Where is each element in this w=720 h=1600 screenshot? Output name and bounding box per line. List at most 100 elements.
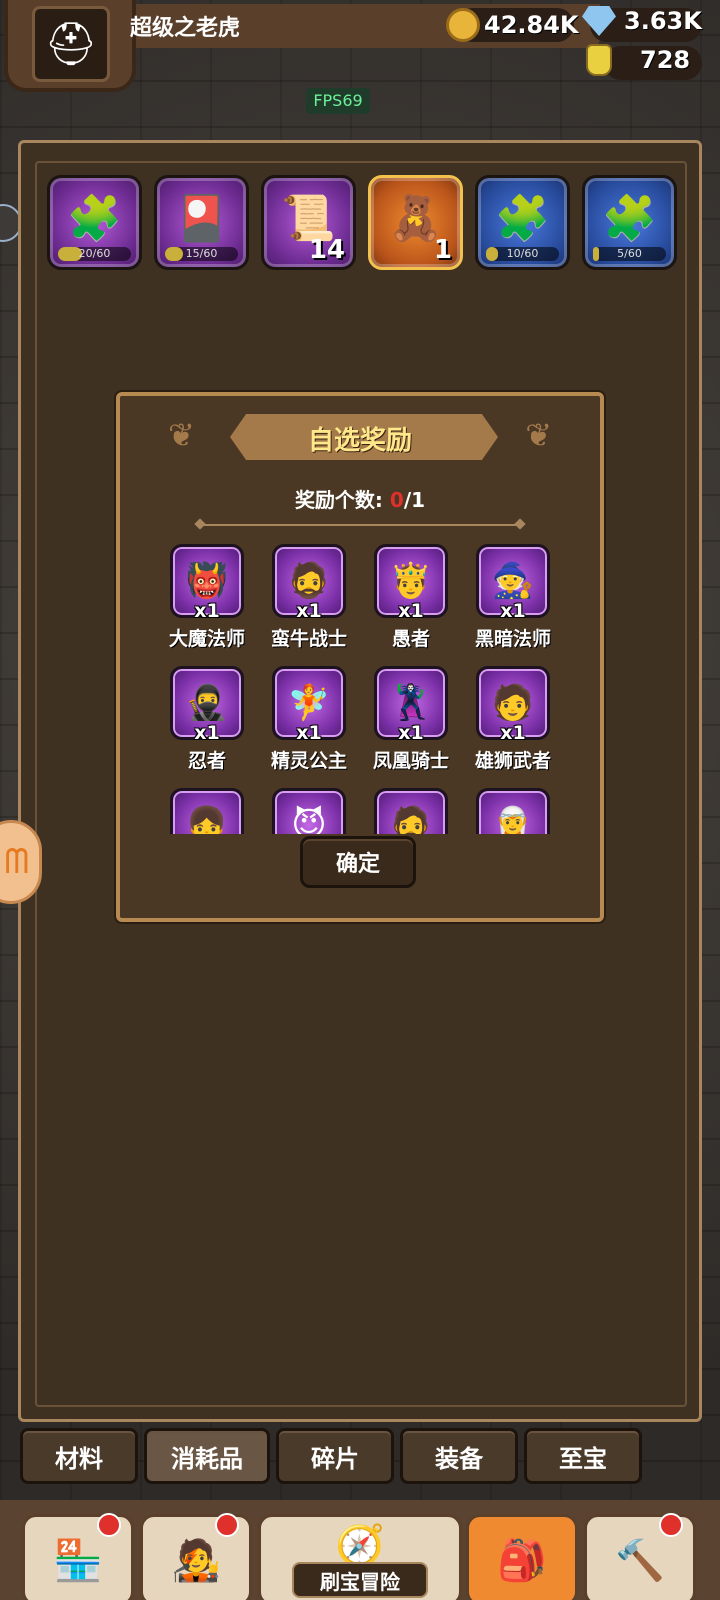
reward-count: 奖励个数: 0/1 [120, 484, 600, 513]
select-reward-dialog: ❦ ❦ 自选奖励 奖励个数: 0/1 👹 x1 大魔法师 🧔 x1 蛮牛战士 🤴 x1 愚者 🧙 x… [116, 392, 604, 922]
nav-forge-button[interactable]: 🔨 [584, 1513, 696, 1600]
item-progress-label: 10/60 [506, 247, 539, 260]
hero-name: 黑暗法师 [474, 628, 551, 650]
reward-count-total: /1 [403, 488, 426, 512]
gold-puzzle-icon: 🧩 [67, 193, 122, 244]
hero-quantity: x1 [398, 722, 424, 744]
item-progress-bar: 10/60 [486, 247, 559, 261]
hero-name: 蛮牛战士 [270, 628, 347, 650]
inventory-item[interactable]: 📜 14 [261, 175, 356, 270]
hero-quantity: x1 [500, 722, 526, 744]
nav-bag-button[interactable]: 🎒 [466, 1514, 578, 1600]
tab-treasures[interactable]: 至宝 [524, 1428, 642, 1484]
knight-helmet-icon: ⛑ [44, 19, 98, 68]
item-progress-fill [593, 247, 600, 261]
hero-quantity: x1 [500, 600, 526, 622]
hero-option[interactable]: 👹 x1 大魔法师 [156, 544, 258, 652]
purple-puzzle-icon: 🧩 [495, 193, 550, 244]
fps-counter: FPS69 [306, 88, 370, 114]
item-progress-bar: 15/60 [165, 247, 238, 261]
item-progress-bar: 5/60 [593, 247, 666, 261]
item-progress-fill [486, 247, 499, 261]
inventory-item[interactable]: 🎴 15/60 [154, 175, 249, 270]
nav-hero-button[interactable]: 🧑‍🎤 [140, 1513, 252, 1600]
hero-option[interactable]: 🧑 x1 雄狮武者 [462, 666, 564, 774]
confirm-button[interactable]: 确定 [300, 836, 416, 888]
hero-option[interactable]: 😈 [258, 788, 360, 834]
hero-option[interactable]: 🧔 x1 蛮牛战士 [258, 544, 360, 652]
hero-option[interactable]: 🧚 x1 精灵公主 [258, 666, 360, 774]
item-progress-label: 15/60 [185, 247, 218, 260]
hammer-icon: 🔨 [615, 1537, 665, 1584]
hero-grid: 👹 x1 大魔法师 🧔 x1 蛮牛战士 🤴 x1 愚者 🧙 x1 黑暗法师 🥷 x1 忍者 🧚 x1 精灵公主 🦹 x… [156, 544, 572, 834]
hero-option[interactable]: 🦹 x1 凤凰骑士 [360, 666, 462, 774]
player-name: 超级之老虎 [130, 16, 241, 41]
hero-quantity: x1 [296, 722, 322, 744]
notification-dot [215, 1513, 239, 1537]
hero-option[interactable]: 👧 [156, 788, 258, 834]
diamond-icon [582, 6, 616, 36]
potion-bottle-icon [586, 44, 612, 76]
hero-name: 愚者 [391, 628, 430, 650]
blue-card-icon: 🎴 [174, 193, 229, 244]
hero-name: 忍者 [187, 750, 226, 772]
notification-dot [97, 1513, 121, 1537]
hero-option[interactable]: 🥷 x1 忍者 [156, 666, 258, 774]
hero-name: 大魔法师 [168, 628, 245, 650]
potion-resource[interactable]: 728 [586, 44, 690, 76]
hero-quantity: x1 [194, 600, 220, 622]
hero-option[interactable]: 🤴 x1 愚者 [360, 544, 462, 652]
player-avatar[interactable]: ⛑ [32, 6, 110, 82]
inventory-item[interactable]: 🧸 1 [368, 175, 463, 270]
gold-amount: 42.84K [484, 11, 579, 39]
teal-puzzle-icon: 🧩 [602, 193, 657, 244]
hero-quantity: x1 [296, 600, 322, 622]
hero-name: 凤凰骑士 [372, 750, 449, 772]
item-progress-label: 20/60 [78, 247, 111, 260]
shop-icon: 🏪 [53, 1537, 103, 1584]
notification-dot [659, 1513, 683, 1537]
hero-portrait-icon: 👧 [170, 788, 244, 834]
hero-portrait-icon: 🧔 [374, 788, 448, 834]
side-event-orb[interactable]: ᗰ [0, 820, 42, 904]
gold-coin-icon [446, 8, 480, 42]
hero-list[interactable]: 👹 x1 大魔法师 🧔 x1 蛮牛战士 🤴 x1 愚者 🧙 x1 黑暗法师 🥷 x1 忍者 🧚 x1 精灵公主 🦹 x… [156, 544, 572, 834]
adventure-label[interactable]: 刷宝冒险 [292, 1562, 428, 1598]
gold-resource[interactable]: 42.84K [446, 8, 579, 42]
hero-option[interactable]: 🧙 x1 黑暗法师 [462, 544, 564, 652]
diamond-amount: 3.63K [624, 7, 702, 35]
reward-count-current: 0 [389, 488, 404, 512]
hero-name: 精灵公主 [270, 750, 347, 772]
item-count: 14 [308, 235, 345, 265]
inventory-item[interactable]: 🧩 20/60 [47, 175, 142, 270]
hero-portrait-icon: 😈 [272, 788, 346, 834]
inventory-item[interactable]: 🧩 10/60 [475, 175, 570, 270]
diamond-resource[interactable]: 3.63K [582, 6, 702, 36]
hero-quantity: x1 [194, 722, 220, 744]
top-bar: ⛑ 超级之老虎 42.84K 3.63K 728 [0, 0, 720, 92]
item-progress-label: 5/60 [617, 247, 642, 260]
hero-avatar-icon: 🧑‍🎤 [171, 1537, 221, 1584]
category-tabs: 材料 消耗品 碎片 装备 至宝 [20, 1428, 642, 1484]
hero-name: 雄狮武者 [474, 750, 551, 772]
item-row: 🧩 20/60 🎴 15/60 📜 14 🧸 1 🧩 10/60 🧩 5/60 [47, 175, 677, 270]
item-progress-bar: 20/60 [58, 247, 131, 261]
inventory-item[interactable]: 🧩 5/60 [582, 175, 677, 270]
potion-amount: 728 [640, 46, 691, 74]
divider [200, 524, 520, 526]
hero-option[interactable]: 🧝 [462, 788, 564, 834]
hero-quantity: x1 [398, 600, 424, 622]
tab-consumables[interactable]: 消耗品 [144, 1428, 270, 1484]
hero-portrait-icon: 🧝 [476, 788, 550, 834]
reward-count-label: 奖励个数: [294, 488, 383, 512]
tab-fragments[interactable]: 碎片 [276, 1428, 394, 1484]
tab-equipment[interactable]: 装备 [400, 1428, 518, 1484]
tab-materials[interactable]: 材料 [20, 1428, 138, 1484]
nav-shop-button[interactable]: 🏪 [22, 1513, 134, 1600]
hero-option[interactable]: 🧔 [360, 788, 462, 834]
item-progress-fill [165, 247, 184, 261]
event-swirl-icon: ᗰ [4, 842, 29, 882]
dialog-title: 自选奖励 [307, 426, 412, 456]
backpack-icon: 🎒 [497, 1537, 547, 1584]
item-count: 1 [433, 235, 452, 265]
